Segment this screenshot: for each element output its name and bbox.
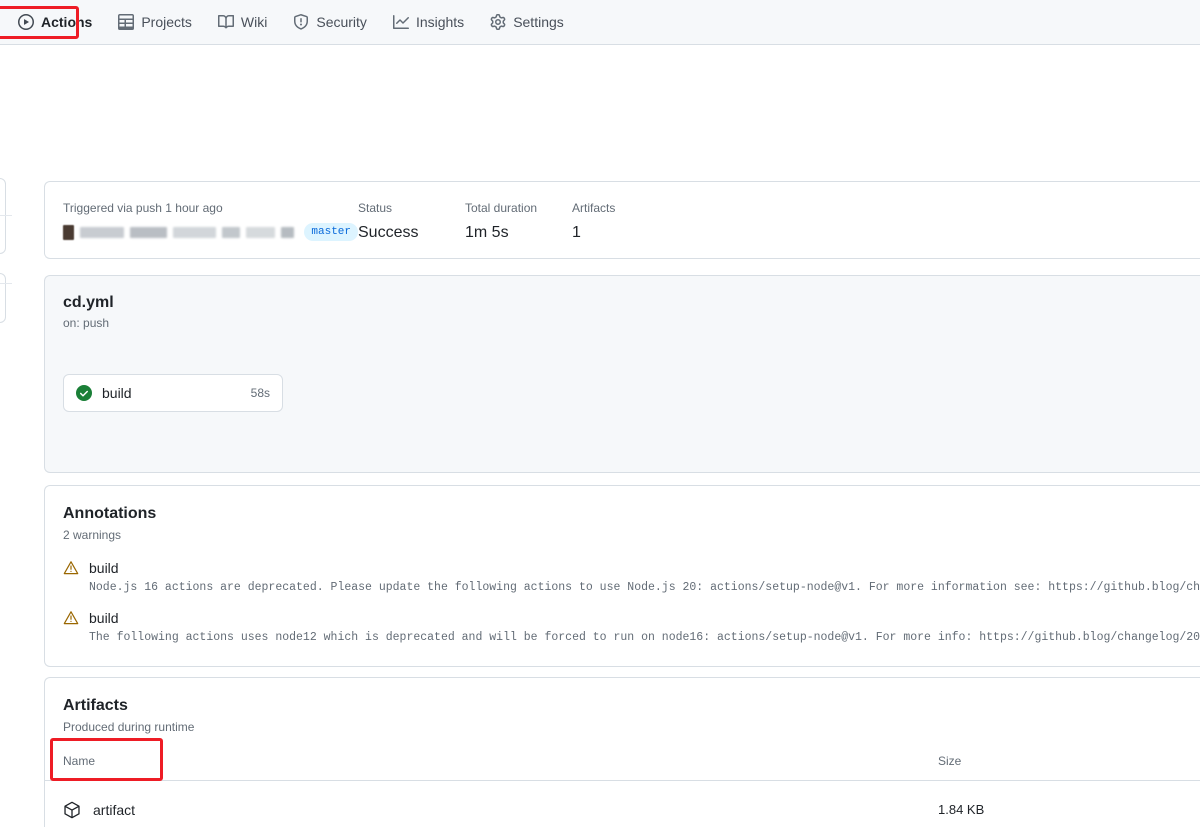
annotation-job-name: build — [89, 610, 119, 626]
nav-tab-wiki[interactable]: Wiki — [208, 8, 277, 36]
nav-tab-label: Settings — [513, 14, 564, 30]
nav-tab-label: Projects — [141, 14, 192, 30]
artifacts-card: Artifacts Produced during runtime Name S… — [44, 677, 1200, 827]
run-duration-column: Total duration 1m 5s — [465, 200, 572, 243]
gear-icon — [490, 14, 506, 30]
run-summary-card: Triggered via push 1 hour ago master Sta… — [44, 181, 1200, 259]
avatar — [63, 225, 74, 240]
artifact-size: 1.84 KB — [938, 802, 984, 817]
repository-nav-tabs: Actions Projects Wiki — [8, 8, 574, 36]
table-icon — [118, 14, 134, 30]
nav-tab-security[interactable]: Security — [283, 8, 377, 36]
column-header-name: Name — [63, 754, 938, 768]
redacted-text — [173, 227, 215, 238]
annotation-message: The following actions uses node12 which … — [89, 631, 1200, 644]
annotations-list: build Node.js 16 actions are deprecated.… — [45, 560, 1200, 644]
package-icon — [63, 801, 81, 819]
run-artifacts-column: Artifacts 1 — [572, 200, 679, 243]
shield-icon — [293, 14, 309, 30]
run-status-column: Status Success — [358, 200, 465, 243]
commit-row-redacted: master — [63, 223, 358, 241]
workflow-graph-card: cd.yml on: push build 58s — [44, 275, 1200, 473]
left-rail-fragment — [0, 273, 6, 323]
job-duration: 58s — [251, 386, 270, 400]
status-value: Success — [358, 223, 465, 243]
nav-tab-label: Wiki — [241, 14, 267, 30]
warning-triangle-icon — [63, 610, 79, 626]
column-header-size: Size — [938, 754, 961, 768]
run-trigger-column: Triggered via push 1 hour ago master — [63, 200, 358, 241]
left-rail-divider — [0, 283, 12, 284]
artifacts-subtitle: Produced during runtime — [63, 720, 1200, 734]
annotations-subtitle: 2 warnings — [63, 528, 1200, 542]
play-circle-icon — [18, 14, 34, 30]
nav-tab-label: Actions — [41, 14, 92, 30]
branch-badge[interactable]: master — [304, 223, 358, 241]
graph-icon — [393, 14, 409, 30]
redacted-text — [130, 227, 167, 238]
workflow-trigger-event: on: push — [63, 316, 1200, 330]
redacted-text — [222, 227, 241, 238]
nav-tab-insights[interactable]: Insights — [383, 8, 474, 36]
workflow-file-name: cd.yml — [63, 292, 1200, 314]
check-circle-fill-icon — [76, 385, 92, 401]
book-icon — [218, 14, 234, 30]
redacted-text — [80, 227, 124, 238]
total-duration-label: Total duration — [465, 200, 572, 216]
annotation-message: Node.js 16 actions are deprecated. Pleas… — [89, 581, 1200, 594]
artifacts-count-label: Artifacts — [572, 200, 679, 216]
total-duration-value: 1m 5s — [465, 223, 572, 243]
nav-tab-actions[interactable]: Actions — [8, 8, 102, 36]
annotations-title: Annotations — [63, 503, 1200, 525]
job-name: build — [102, 385, 251, 401]
nav-tab-label: Insights — [416, 14, 464, 30]
status-label: Status — [358, 200, 465, 216]
warning-triangle-icon — [63, 560, 79, 576]
left-rail-fragment — [0, 178, 6, 254]
redacted-text — [281, 227, 295, 238]
annotation-item[interactable]: build The following actions uses node12 … — [45, 610, 1200, 644]
artifact-name-link[interactable]: artifact — [93, 802, 135, 818]
repository-nav-header: Actions Projects Wiki — [0, 0, 1200, 45]
nav-tab-settings[interactable]: Settings — [480, 8, 574, 36]
nav-tab-label: Security — [316, 14, 367, 30]
left-rail-divider — [0, 215, 12, 216]
job-node-build[interactable]: build 58s — [63, 374, 283, 412]
annotations-card: Annotations 2 warnings build Node.js 16 … — [44, 485, 1200, 667]
redacted-text — [246, 227, 275, 238]
nav-tab-projects[interactable]: Projects — [108, 8, 202, 36]
artifacts-count-value: 1 — [572, 223, 679, 243]
annotation-job-name: build — [89, 560, 119, 576]
run-trigger-label: Triggered via push 1 hour ago — [63, 200, 358, 216]
table-row[interactable]: artifact 1.84 KB — [45, 781, 1200, 827]
artifacts-table-header: Name Size — [45, 754, 1200, 781]
artifacts-title: Artifacts — [63, 695, 1200, 717]
annotation-item[interactable]: build Node.js 16 actions are deprecated.… — [45, 560, 1200, 594]
